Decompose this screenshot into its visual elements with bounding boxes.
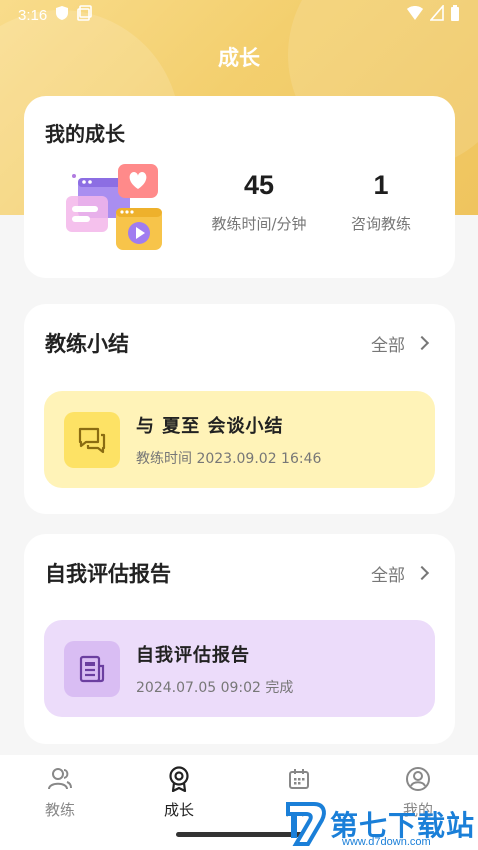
coaching-summary-section: 教练小结 全部 与 夏至 会谈小结 教练时间 2023.09.02 16:46 <box>24 304 455 514</box>
nav-item-coach[interactable]: 教练 <box>20 765 100 820</box>
watermark-url: www.d7down.com <box>342 836 431 848</box>
watermark: 第七下载站 www.d7down.com <box>284 798 478 850</box>
shield-icon <box>55 5 69 25</box>
profile-icon <box>378 765 458 793</box>
growth-title: 我的成长 <box>45 122 125 146</box>
stat-label: 教练时间/分钟 <box>211 215 307 233</box>
battery-icon <box>450 5 460 25</box>
chevron-right-icon <box>414 335 430 351</box>
chevron-right-icon <box>414 565 430 581</box>
report-list-item[interactable]: 自我评估报告 2024.07.05 09:02 完成 <box>44 620 435 717</box>
summary-title: 与 夏至 会谈小结 <box>136 415 284 437</box>
calendar-icon <box>259 765 339 793</box>
growth-card: 我的成长 45 教练时间/分钟 1 咨询教练 <box>24 96 455 278</box>
section-title: 教练小结 <box>45 332 129 356</box>
view-all-label: 全部 <box>371 565 405 586</box>
nav-label: 成长 <box>163 801 194 819</box>
wifi-icon <box>406 5 424 25</box>
signal-icon <box>429 3 444 25</box>
chat-bubbles-icon <box>64 411 120 468</box>
view-all-summaries-link[interactable]: 全部 <box>371 331 430 356</box>
people-icon <box>20 765 100 793</box>
page-title: 成长 <box>218 46 260 70</box>
summary-time: 教练时间 2023.09.02 16:46 <box>136 450 322 467</box>
self-assessment-section: 自我评估报告 全部 自我评估报告 2024.07.05 09:02 完成 <box>24 534 455 744</box>
stat-value: 1 <box>373 170 389 200</box>
view-all-reports-link[interactable]: 全部 <box>371 561 430 586</box>
status-time: 3:16 <box>18 6 48 24</box>
watermark-logo-icon <box>286 802 326 846</box>
view-all-label: 全部 <box>371 335 405 356</box>
status-bar: 3:16 <box>0 0 478 30</box>
nav-item-growth[interactable]: 成长 <box>139 765 219 820</box>
summary-list-item[interactable]: 与 夏至 会谈小结 教练时间 2023.09.02 16:46 <box>44 391 435 488</box>
medal-icon <box>139 765 219 793</box>
report-time: 2024.07.05 09:02 完成 <box>136 679 294 696</box>
report-title: 自我评估报告 <box>136 644 250 666</box>
growth-illustration-icon <box>66 164 162 250</box>
nav-label: 教练 <box>44 801 75 819</box>
stat-label: 咨询教练 <box>350 215 411 233</box>
section-title: 自我评估报告 <box>45 562 171 586</box>
stat-consulted-coaches: 1 咨询教练 <box>339 170 423 234</box>
screenshot-icon <box>77 5 93 25</box>
stat-value: 45 <box>243 170 275 200</box>
stat-coaching-minutes: 45 教练时间/分钟 <box>202 170 316 234</box>
report-document-icon <box>64 640 120 697</box>
